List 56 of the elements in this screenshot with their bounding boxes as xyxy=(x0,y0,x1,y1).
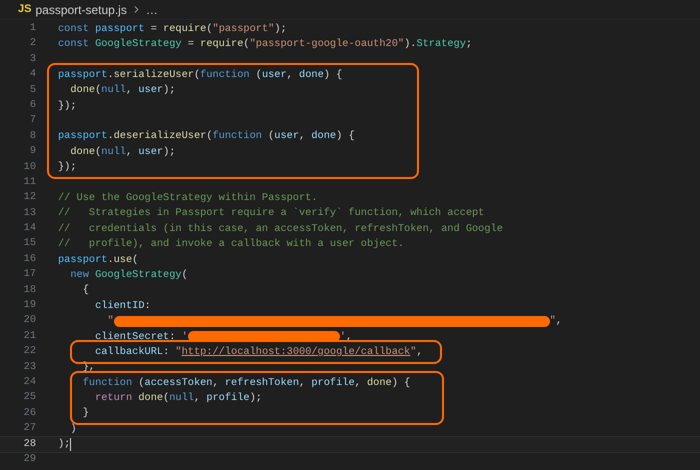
line-number: 25 xyxy=(22,390,36,406)
line-number: 19 xyxy=(22,298,36,314)
code-line: // Use the GoogleStrategy within Passport. xyxy=(58,192,318,204)
code-line: } xyxy=(82,407,89,420)
line-number: 7 xyxy=(28,113,36,128)
code-line: clientID: xyxy=(95,300,151,312)
code-line: return done(null, profile); xyxy=(95,392,262,404)
line-number: 14 xyxy=(22,221,36,236)
line-number: 28 xyxy=(22,436,36,452)
code-line: function (accessToken, refreshToken, profile, done) { xyxy=(82,376,410,389)
code-line: ) xyxy=(70,422,77,435)
code-line: done(null, user); xyxy=(70,146,176,158)
line-number: 12 xyxy=(22,190,36,206)
code-line: ); xyxy=(58,438,70,450)
line-number: 3 xyxy=(28,52,36,67)
text-cursor xyxy=(70,438,72,451)
code-line: done(null, user); xyxy=(70,84,176,96)
line-number: 4 xyxy=(28,67,36,82)
line-number: 5 xyxy=(28,82,36,98)
line-number: 22 xyxy=(22,344,36,360)
line-number: 11 xyxy=(22,174,36,190)
line-number: 21 xyxy=(22,328,36,344)
line-number: 17 xyxy=(22,267,36,282)
code-line: passport.deserializeUser(function (user, done) { xyxy=(58,130,355,142)
code-line: const GoogleStrategy = require("passport-google-oauth20").Strategy; xyxy=(58,38,472,50)
line-number: 13 xyxy=(22,206,36,221)
line-number: 9 xyxy=(28,144,36,160)
code-line: const passport = require("passport"); xyxy=(58,22,287,35)
line-number: 16 xyxy=(22,252,36,267)
line-number: 8 xyxy=(28,128,36,144)
code-line: { xyxy=(82,284,89,296)
code-line: passport.use( xyxy=(58,254,138,266)
code-line: // credentials (in this case, an accessToken, refreshToken, and Google xyxy=(58,222,503,235)
code-line: // Strategies in Passport require a `verify` function, which accept xyxy=(58,207,484,220)
line-number: 26 xyxy=(22,406,36,421)
code-line: " ", xyxy=(107,315,562,328)
breadcrumb-file[interactable]: passport-setup.js xyxy=(35,0,127,18)
line-number: 27 xyxy=(22,421,36,436)
line-number: 20 xyxy=(22,313,36,328)
line-number: 15 xyxy=(22,236,36,252)
line-number: 24 xyxy=(22,374,36,390)
breadcrumb-more[interactable]: … xyxy=(146,0,158,18)
line-number: 10 xyxy=(22,160,36,174)
line-number: 18 xyxy=(22,282,36,298)
code-line: }); xyxy=(58,161,77,174)
line-number: 29 xyxy=(22,452,36,467)
code-line: // profile), and invoke a callback with a user object. xyxy=(58,238,404,250)
code-line: callbackURL: "http://localhost:3000/google/callback", xyxy=(95,346,423,358)
js-file-icon: JS xyxy=(18,1,32,18)
code-line: passport.serializeUser(function (user, done) { xyxy=(58,68,342,81)
code-line: new GoogleStrategy( xyxy=(70,268,188,281)
line-number: 2 xyxy=(28,36,36,52)
line-number: 23 xyxy=(22,360,36,375)
line-number: 1 xyxy=(28,20,36,36)
line-number: 6 xyxy=(28,98,36,113)
code-line: }); xyxy=(58,100,77,112)
